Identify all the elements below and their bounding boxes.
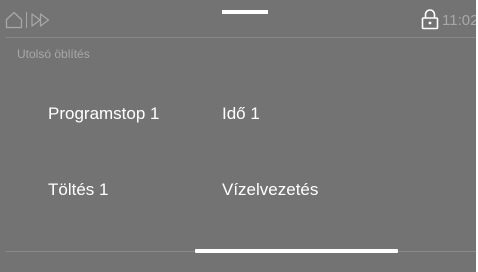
option-vizelvezetes[interactable]: Vízelvezetés (222, 180, 318, 200)
page-indicator[interactable] (195, 249, 398, 253)
top-pull-tab[interactable] (222, 10, 268, 14)
section-title: Utolsó öblítés (17, 47, 90, 61)
status-separator (26, 12, 27, 28)
option-ido-1[interactable]: Idő 1 (222, 104, 260, 124)
option-programstop-1[interactable]: Programstop 1 (48, 104, 160, 124)
clock-time: 11:02 (442, 12, 478, 29)
fast-forward-icon[interactable] (31, 13, 51, 27)
status-bar: 11:02 (0, 0, 478, 36)
lock-icon[interactable] (421, 8, 439, 30)
home-icon[interactable] (5, 11, 23, 29)
header-divider (6, 37, 476, 38)
appliance-display: 11:02 Utolsó öblítés Programstop 1 Idő 1… (0, 0, 478, 272)
option-toltes-1[interactable]: Töltés 1 (48, 180, 108, 200)
